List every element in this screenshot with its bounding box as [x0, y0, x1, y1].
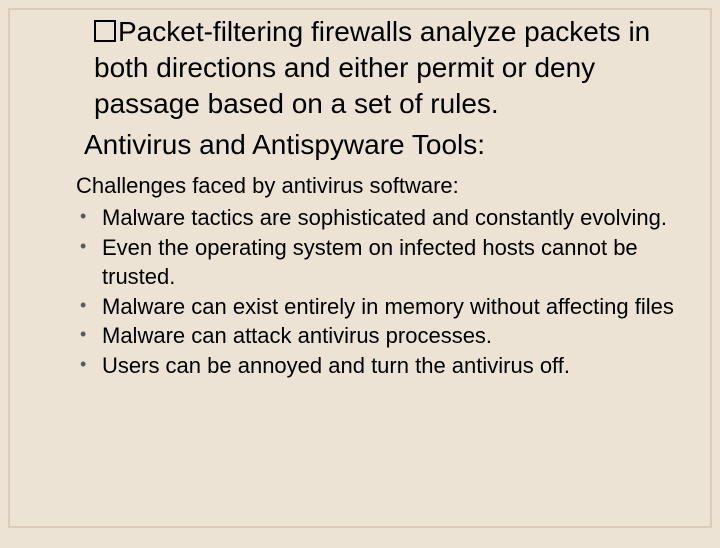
list-item: Users can be annoyed and turn the antivi…	[76, 351, 686, 380]
bullet-text: Malware can exist entirely in memory wit…	[102, 294, 674, 319]
list-item: Malware can attack antivirus processes.	[76, 321, 686, 350]
bullet-square-icon	[94, 20, 116, 42]
list-item: Malware tactics are sophisticated and co…	[76, 203, 686, 232]
section-heading: Antivirus and Antispyware Tools:	[34, 127, 686, 163]
subheading: Challenges faced by antivirus software:	[34, 173, 686, 199]
bullet-text: Even the operating system on infected ho…	[102, 235, 638, 289]
bullet-text: Malware can attack antivirus processes.	[102, 323, 492, 348]
list-item: Even the operating system on infected ho…	[76, 233, 686, 292]
slide-frame: Packet-filtering firewalls analyze packe…	[8, 8, 712, 528]
bullet-text: Users can be annoyed and turn the antivi…	[102, 353, 570, 378]
list-item: Malware can exist entirely in memory wit…	[76, 292, 686, 321]
bullet-text: Malware tactics are sophisticated and co…	[102, 205, 667, 230]
lead-text: Packet-filtering firewalls analyze packe…	[94, 16, 650, 119]
lead-paragraph: Packet-filtering firewalls analyze packe…	[34, 14, 686, 121]
challenges-list: Malware tactics are sophisticated and co…	[34, 203, 686, 380]
